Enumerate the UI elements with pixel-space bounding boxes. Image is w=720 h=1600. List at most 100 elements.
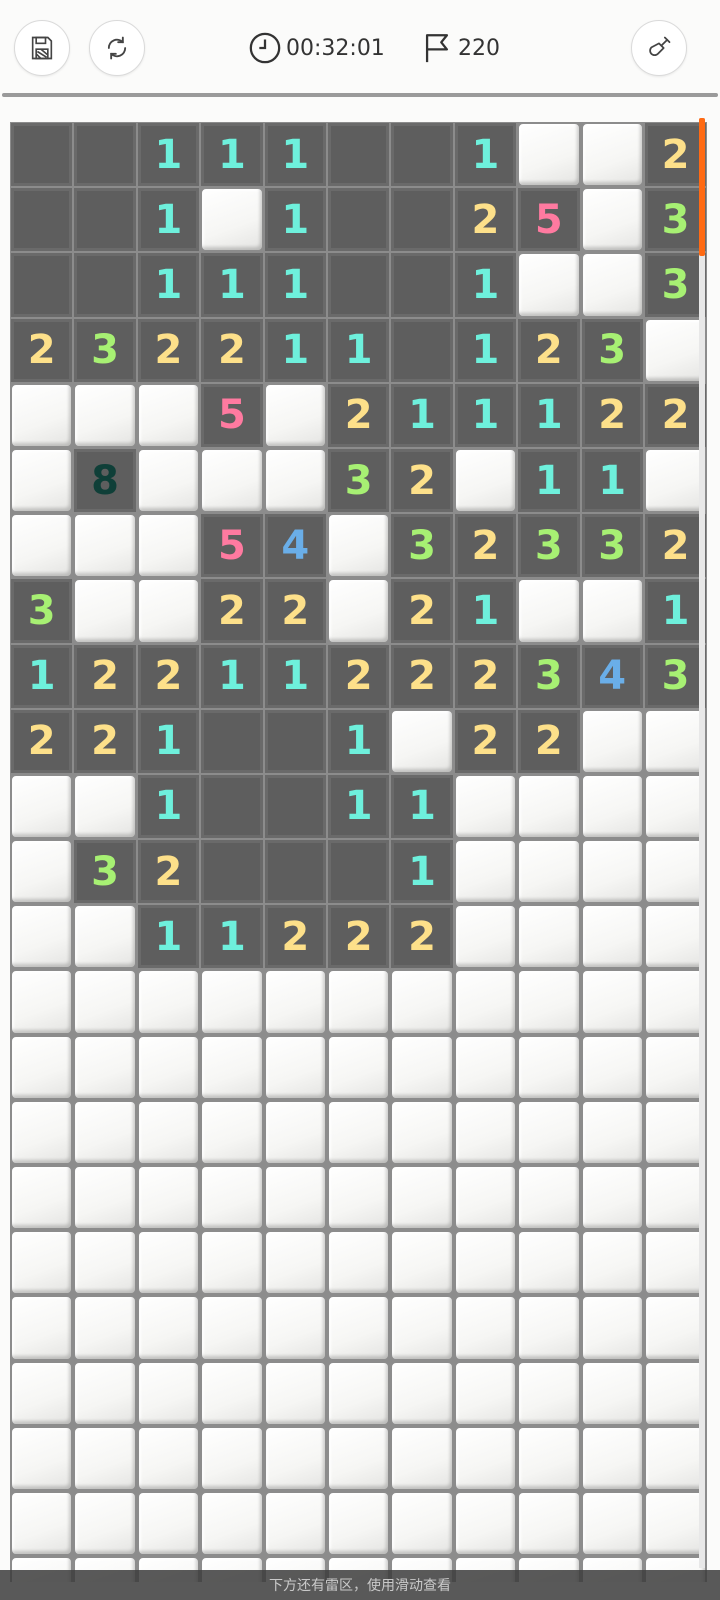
- hidden-cell[interactable]: [453, 1230, 518, 1296]
- hidden-cell[interactable]: [643, 708, 708, 774]
- hidden-cell[interactable]: [263, 969, 327, 1035]
- number-cell[interactable]: 3: [73, 317, 137, 383]
- hidden-cell[interactable]: [580, 187, 644, 253]
- hidden-cell[interactable]: [73, 969, 137, 1035]
- hidden-cell[interactable]: [580, 839, 644, 905]
- number-cell[interactable]: 1: [136, 904, 201, 970]
- number-cell[interactable]: 2: [390, 904, 454, 970]
- hidden-cell[interactable]: [580, 1099, 644, 1165]
- hidden-cell[interactable]: [643, 773, 708, 840]
- hidden-cell[interactable]: [643, 1034, 708, 1100]
- dig-tool-button[interactable]: [631, 20, 687, 76]
- hidden-cell[interactable]: [10, 1034, 74, 1100]
- hidden-cell[interactable]: [390, 708, 454, 774]
- hidden-cell[interactable]: [326, 1099, 391, 1165]
- minefield-grid[interactable]: 1111211253111132322111235211122832115432…: [10, 122, 708, 1582]
- hidden-cell[interactable]: [453, 773, 518, 840]
- hidden-cell[interactable]: [326, 513, 391, 579]
- hidden-cell[interactable]: [580, 904, 644, 970]
- number-cell[interactable]: 2: [136, 643, 201, 709]
- number-cell[interactable]: 2: [453, 187, 518, 253]
- number-cell[interactable]: 3: [643, 187, 708, 253]
- hidden-cell[interactable]: [517, 839, 581, 905]
- scrollbar-track[interactable]: [699, 118, 705, 1568]
- hidden-cell[interactable]: [390, 969, 454, 1035]
- hidden-cell[interactable]: [263, 447, 327, 514]
- hidden-cell[interactable]: [263, 382, 327, 448]
- hidden-cell[interactable]: [517, 1230, 581, 1296]
- hidden-cell[interactable]: [73, 1360, 137, 1426]
- hidden-cell[interactable]: [390, 1360, 454, 1426]
- hidden-cell[interactable]: [73, 904, 137, 970]
- hidden-cell[interactable]: [200, 1230, 264, 1296]
- number-cell[interactable]: 2: [643, 382, 708, 448]
- hidden-cell[interactable]: [643, 1425, 708, 1491]
- number-cell[interactable]: 2: [136, 317, 201, 383]
- hidden-cell[interactable]: [643, 904, 708, 970]
- hidden-cell[interactable]: [136, 1360, 201, 1426]
- number-cell[interactable]: 3: [10, 578, 74, 644]
- hidden-cell[interactable]: [10, 969, 74, 1035]
- number-cell[interactable]: 3: [580, 513, 644, 579]
- hidden-cell[interactable]: [136, 1165, 201, 1231]
- number-cell[interactable]: 2: [263, 904, 327, 970]
- hidden-cell[interactable]: [453, 1360, 518, 1426]
- hidden-cell[interactable]: [136, 578, 201, 644]
- hidden-cell[interactable]: [580, 1230, 644, 1296]
- hidden-cell[interactable]: [136, 969, 201, 1035]
- number-cell[interactable]: 1: [390, 382, 454, 448]
- hidden-cell[interactable]: [10, 1099, 74, 1165]
- number-cell[interactable]: 1: [453, 122, 518, 188]
- hidden-cell[interactable]: [73, 1425, 137, 1491]
- number-cell[interactable]: 1: [517, 447, 581, 514]
- number-cell[interactable]: 1: [453, 252, 518, 318]
- hidden-cell[interactable]: [390, 1099, 454, 1165]
- hidden-cell[interactable]: [517, 122, 581, 188]
- number-cell[interactable]: 1: [136, 708, 201, 774]
- scrollbar-thumb[interactable]: [699, 118, 705, 256]
- revealed-empty-cell[interactable]: [200, 708, 264, 774]
- hidden-cell[interactable]: [453, 839, 518, 905]
- hidden-cell[interactable]: [200, 187, 264, 253]
- hidden-cell[interactable]: [453, 969, 518, 1035]
- hidden-cell[interactable]: [643, 839, 708, 905]
- number-cell[interactable]: 3: [643, 252, 708, 318]
- hidden-cell[interactable]: [200, 1165, 264, 1231]
- hidden-cell[interactable]: [580, 578, 644, 644]
- number-cell[interactable]: 1: [263, 643, 327, 709]
- number-cell[interactable]: 5: [517, 187, 581, 253]
- number-cell[interactable]: 3: [643, 643, 708, 709]
- number-cell[interactable]: 1: [263, 317, 327, 383]
- hidden-cell[interactable]: [73, 1295, 137, 1361]
- hidden-cell[interactable]: [136, 513, 201, 579]
- hidden-cell[interactable]: [200, 969, 264, 1035]
- number-cell[interactable]: 1: [517, 382, 581, 448]
- number-cell[interactable]: 1: [263, 187, 327, 253]
- hidden-cell[interactable]: [73, 1034, 137, 1100]
- hidden-cell[interactable]: [73, 1230, 137, 1296]
- number-cell[interactable]: 2: [580, 382, 644, 448]
- number-cell[interactable]: 2: [643, 513, 708, 579]
- number-cell[interactable]: 1: [326, 317, 391, 383]
- hidden-cell[interactable]: [73, 1099, 137, 1165]
- hidden-cell[interactable]: [453, 1034, 518, 1100]
- hidden-cell[interactable]: [643, 317, 708, 383]
- hidden-cell[interactable]: [10, 447, 74, 514]
- hidden-cell[interactable]: [580, 1425, 644, 1491]
- hidden-cell[interactable]: [263, 1099, 327, 1165]
- hidden-cell[interactable]: [263, 1360, 327, 1426]
- revealed-empty-cell[interactable]: [263, 773, 327, 840]
- hidden-cell[interactable]: [453, 447, 518, 514]
- hidden-cell[interactable]: [390, 1165, 454, 1231]
- revealed-empty-cell[interactable]: [390, 187, 454, 253]
- hidden-cell[interactable]: [326, 1360, 391, 1426]
- hidden-cell[interactable]: [200, 1490, 264, 1557]
- number-cell[interactable]: 3: [73, 839, 137, 905]
- number-cell[interactable]: 1: [326, 708, 391, 774]
- hidden-cell[interactable]: [580, 1165, 644, 1231]
- hidden-cell[interactable]: [517, 252, 581, 318]
- hidden-cell[interactable]: [517, 1490, 581, 1557]
- hidden-cell[interactable]: [643, 1295, 708, 1361]
- number-cell[interactable]: 2: [453, 708, 518, 774]
- hidden-cell[interactable]: [136, 382, 201, 448]
